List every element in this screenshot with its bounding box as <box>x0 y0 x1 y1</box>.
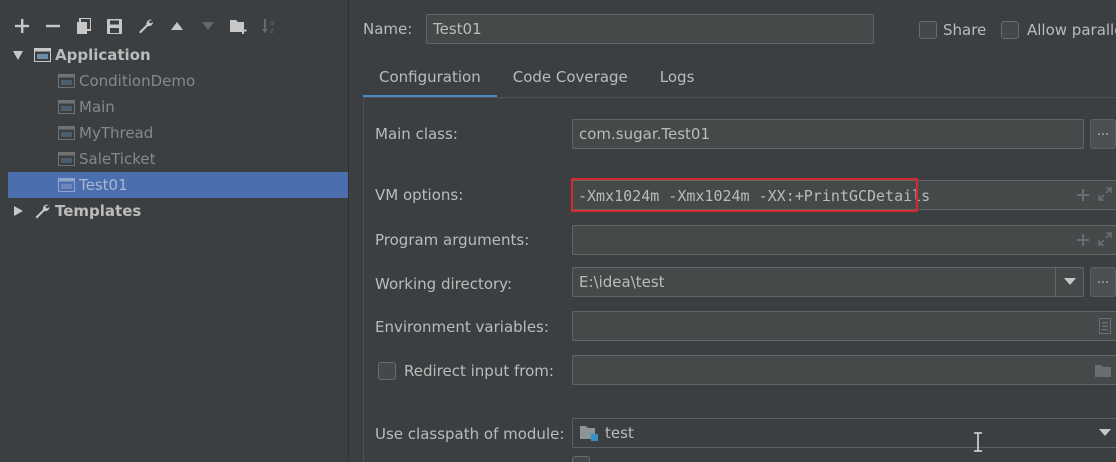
main-class-field[interactable]: com.sugar.Test01 <box>572 119 1084 149</box>
tree-node-test01[interactable]: Test01 <box>8 172 348 198</box>
working-directory-field[interactable]: E:\idea\test <box>572 267 1084 297</box>
configuration-editor: Name: Test01 Share Allow paralle Configu… <box>349 0 1116 462</box>
program-arguments-field[interactable] <box>572 225 1116 255</box>
folder-icon[interactable] <box>1095 364 1113 378</box>
application-icon <box>58 100 75 114</box>
add-icon[interactable] <box>1077 234 1089 246</box>
allow-parallel-checkbox[interactable] <box>1001 21 1019 39</box>
add-icon[interactable] <box>1077 189 1089 201</box>
tab-bar: Configuration Code Coverage Logs <box>363 62 710 98</box>
tab-configuration[interactable]: Configuration <box>363 62 497 98</box>
configurations-tree: Application ConditionDemo Main MyThread … <box>0 42 348 224</box>
tree-label: Main <box>79 98 115 116</box>
classpath-module-select[interactable]: test <box>572 418 1116 448</box>
move-down-icon[interactable] <box>192 13 223 39</box>
combo-separator <box>1055 268 1056 296</box>
working-directory-browse-button[interactable]: ... <box>1090 267 1116 297</box>
name-value: Test01 <box>433 20 482 38</box>
share-label: Share <box>943 21 987 39</box>
main-class-browse-button[interactable]: ... <box>1090 119 1116 149</box>
wrench-icon[interactable] <box>130 13 161 39</box>
main-class-value: com.sugar.Test01 <box>579 125 711 143</box>
chevron-down-icon[interactable] <box>1099 429 1111 437</box>
partial-checkbox[interactable] <box>572 456 590 462</box>
expand-icon[interactable] <box>1098 232 1112 246</box>
name-label: Name: <box>363 20 413 38</box>
application-icon <box>58 152 75 166</box>
classpath-module-value: test <box>605 424 634 442</box>
svg-text:a: a <box>270 19 274 27</box>
add-icon[interactable] <box>6 13 37 39</box>
application-icon <box>58 126 75 140</box>
program-arguments-label: Program arguments: <box>375 231 530 249</box>
environment-variables-field[interactable] <box>572 311 1116 341</box>
vm-options-highlight-box <box>571 178 918 212</box>
tree-node-templates[interactable]: Templates <box>0 198 348 224</box>
folder-add-icon[interactable] <box>223 13 254 39</box>
tree-node-conditiondemo[interactable]: ConditionDemo <box>0 68 348 94</box>
remove-icon[interactable] <box>37 13 68 39</box>
configuration-form: Main class: com.sugar.Test01 ... VM opti… <box>363 98 1116 462</box>
working-directory-label: Working directory: <box>375 275 513 293</box>
expand-icon[interactable] <box>1098 187 1112 201</box>
chevron-down-icon[interactable] <box>1064 278 1076 286</box>
tree-label: MyThread <box>79 124 154 142</box>
name-field[interactable]: Test01 <box>426 14 874 44</box>
text-cursor-icon <box>974 432 982 452</box>
tree-label: ConditionDemo <box>79 72 196 90</box>
tab-logs[interactable]: Logs <box>644 62 711 98</box>
configurations-panel: az Application ConditionDemo Main MyThre… <box>0 0 348 462</box>
redirect-input-label: Redirect input from: <box>404 362 554 380</box>
collapsed-arrow-icon[interactable] <box>12 205 24 217</box>
redirect-input-field[interactable] <box>572 355 1116 385</box>
application-icon <box>34 48 51 62</box>
tree-node-saleticket[interactable]: SaleTicket <box>0 146 348 172</box>
move-up-icon[interactable] <box>161 13 192 39</box>
tree-node-mythread[interactable]: MyThread <box>0 120 348 146</box>
tree-node-application[interactable]: Application <box>0 42 348 68</box>
classpath-module-label: Use classpath of module: <box>375 425 565 443</box>
working-directory-value: E:\idea\test <box>579 273 665 291</box>
application-icon <box>58 74 75 88</box>
tree-label: SaleTicket <box>79 150 156 168</box>
configurations-toolbar: az <box>6 13 285 39</box>
tree-node-main[interactable]: Main <box>0 94 348 120</box>
copy-icon[interactable] <box>68 13 99 39</box>
wrench-icon <box>35 204 50 219</box>
application-icon <box>58 178 75 192</box>
share-checkbox[interactable] <box>919 21 937 39</box>
tree-label-application: Application <box>55 46 151 64</box>
redirect-input-checkbox[interactable] <box>378 362 396 380</box>
main-class-label: Main class: <box>375 125 458 143</box>
expanded-arrow-icon[interactable] <box>12 49 24 61</box>
save-icon[interactable] <box>99 13 130 39</box>
tab-code-coverage[interactable]: Code Coverage <box>497 62 644 98</box>
tree-label-templates: Templates <box>55 202 142 220</box>
sort-icon[interactable]: az <box>254 13 285 39</box>
environment-variables-label: Environment variables: <box>375 318 549 336</box>
tree-label: Test01 <box>79 176 128 194</box>
vm-options-label: VM options: <box>375 186 464 204</box>
allow-parallel-label: Allow paralle <box>1027 21 1116 39</box>
module-folder-icon <box>580 426 598 441</box>
document-icon[interactable] <box>1099 318 1111 334</box>
svg-text:z: z <box>270 27 274 34</box>
